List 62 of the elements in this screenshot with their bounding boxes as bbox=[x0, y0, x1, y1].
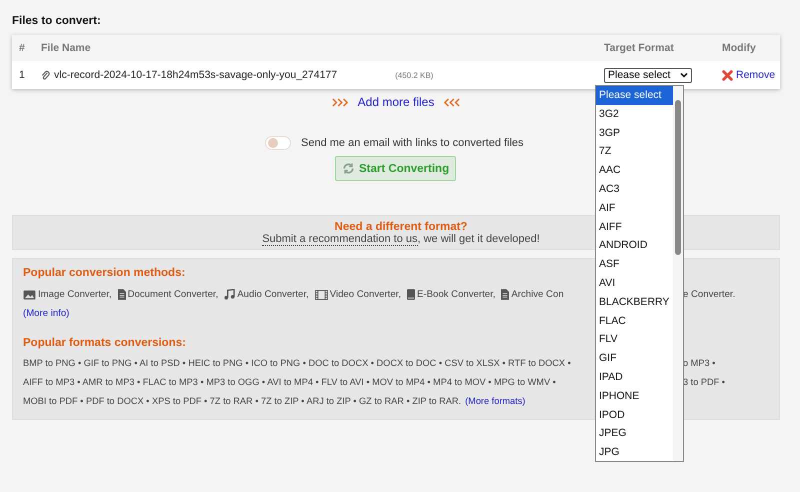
email-toggle[interactable] bbox=[265, 136, 291, 150]
dropdown-option[interactable]: AVI bbox=[596, 274, 673, 293]
recommendation-link[interactable]: Submit a recommendation to us bbox=[262, 233, 418, 246]
section-heading: Files to convert: bbox=[12, 15, 102, 27]
panel-text: , we will get it developed! bbox=[418, 233, 540, 245]
music-note-icon bbox=[224, 289, 236, 300]
chevrons-right-icon bbox=[332, 98, 348, 106]
dropdown-option[interactable]: 3GP bbox=[596, 124, 673, 142]
dropdown-option[interactable]: IPOD bbox=[596, 406, 673, 424]
converter-link[interactable]: Video Converter, bbox=[330, 289, 402, 300]
more-info-link[interactable]: (More info) bbox=[23, 308, 70, 319]
dropdown-option[interactable]: JPEG bbox=[596, 424, 673, 444]
file-name: vlc-record-2024-10-17-18h24m53s-savage-only-you_274177 bbox=[54, 69, 338, 81]
converter-link[interactable]: Audio Converter, bbox=[237, 289, 309, 300]
refresh-icon bbox=[342, 162, 355, 175]
dropdown-option[interactable]: AC3 bbox=[596, 180, 673, 199]
converter-link[interactable]: Image Converter, bbox=[38, 289, 112, 300]
document-icon bbox=[501, 289, 510, 300]
column-header: # bbox=[19, 42, 26, 54]
film-icon bbox=[314, 290, 328, 300]
more-formats-link[interactable]: (More formats) bbox=[465, 396, 526, 406]
dropdown-option[interactable]: IPHONE bbox=[596, 386, 673, 406]
dropdown-option[interactable]: BLACKBERRY bbox=[596, 292, 673, 312]
panel-title: Need a different format? bbox=[334, 221, 468, 233]
book-icon bbox=[407, 289, 416, 300]
converter-link[interactable]: Archive Con bbox=[511, 289, 564, 300]
format-links: AIFF to MP3 • AMR to MP3 • FLAC to MP3 • MP3 to OGG • AVI to MP4 • FLV to AVI • MOV to MP4 • MP4 to MOV • MPG to WMV • bbox=[23, 376, 556, 386]
image-icon bbox=[23, 290, 36, 300]
dropdown-option[interactable]: FLAC bbox=[596, 312, 673, 330]
converter-link[interactable]: E-Book Converter, bbox=[417, 289, 496, 300]
file-size: (450.2 KB) bbox=[395, 70, 434, 80]
paperclip-icon bbox=[41, 70, 50, 80]
dropdown-option[interactable]: 7Z bbox=[596, 142, 673, 162]
close-icon bbox=[722, 70, 733, 80]
remove-link[interactable]: Remove bbox=[716, 69, 780, 81]
column-header: File Name bbox=[41, 42, 92, 54]
column-header: Modify bbox=[721, 42, 757, 54]
document-icon bbox=[118, 289, 126, 300]
dropdown-option[interactable]: FLV bbox=[596, 330, 673, 350]
dropdown-option[interactable]: Please select bbox=[596, 86, 673, 105]
format-links: BMP to PNG • GIF to PNG • AI to PSD • HEIC to PNG • ICO to PNG • DOC to DOCX • DOCX to DOC • CSV to XLSX • RTF to DOCX • bbox=[23, 358, 571, 368]
add-more-files-link[interactable]: Add more files bbox=[358, 95, 434, 109]
column-header: Target Format bbox=[604, 42, 675, 54]
dropdown-option[interactable]: AAC bbox=[596, 161, 673, 180]
converter-link[interactable]: Document Converter, bbox=[128, 289, 218, 300]
dropdown-option[interactable]: JPG bbox=[596, 443, 673, 461]
dropdown-option[interactable]: ASF bbox=[596, 255, 673, 274]
dropdown-option[interactable]: ANDROID bbox=[596, 236, 673, 256]
dropdown-option[interactable]: AIF bbox=[596, 198, 673, 218]
format-links: MOBI to PDF • PDF to DOCX • XPS to PDF • 7Z to RAR • 7Z to ZIP • ARJ to ZIP • GZ to RAR • ZIP to RAR. bbox=[23, 396, 462, 406]
chevrons-left-icon bbox=[444, 98, 460, 106]
panel-title: Popular formats conversions: bbox=[23, 337, 186, 349]
toggle-label: Send me an email with links to converted files bbox=[301, 137, 524, 149]
dropdown-option[interactable]: GIF bbox=[596, 349, 673, 368]
panel-title: Popular conversion methods: bbox=[23, 267, 186, 279]
dropdown-option[interactable]: IPAD bbox=[596, 368, 673, 387]
scrollbar[interactable] bbox=[673, 86, 683, 461]
caret-icon bbox=[680, 72, 688, 78]
dropdown-option[interactable]: 3G2 bbox=[596, 104, 673, 124]
dropdown-option[interactable]: AIFF bbox=[596, 218, 673, 236]
row-number: 1 bbox=[19, 69, 26, 81]
format-select[interactable]: Please select bbox=[604, 68, 692, 82]
